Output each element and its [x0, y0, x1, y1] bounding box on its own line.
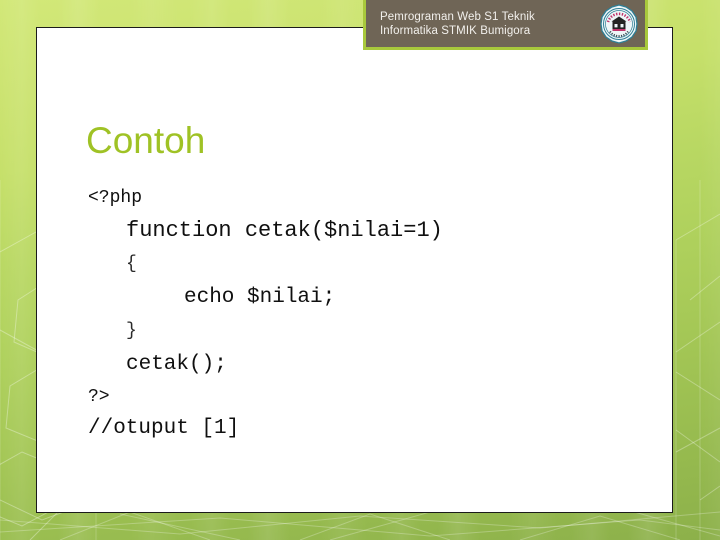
- course-title: Pemrograman Web S1 Teknik Informatika ST…: [380, 10, 535, 37]
- code-line: //otuput [1]: [88, 417, 240, 440]
- code-line: cetak();: [126, 353, 227, 376]
- header-banner: Pemrograman Web S1 Teknik Informatika ST…: [363, 0, 648, 50]
- code-line: {: [126, 254, 137, 274]
- code-line: function cetak($nilai=1): [126, 218, 443, 243]
- code-line: }: [126, 321, 137, 341]
- presentation-slide: Pemrograman Web S1 Teknik Informatika ST…: [0, 0, 720, 540]
- page-title: Contoh: [86, 120, 206, 161]
- code-line: echo $nilai;: [184, 286, 336, 309]
- code-line: <?php: [88, 188, 143, 208]
- university-seal-icon: [600, 3, 638, 44]
- code-line: ?>: [88, 387, 110, 407]
- code-block: <?php function cetak($nilai=1) { echo $nila…: [88, 183, 608, 446]
